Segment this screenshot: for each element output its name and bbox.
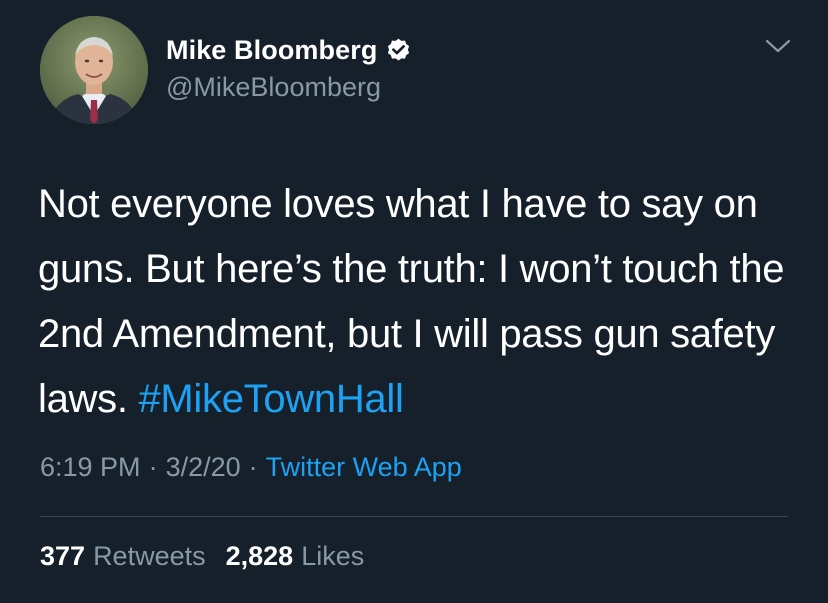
display-name-row: Mike Bloomberg [166,30,412,70]
hashtag-link[interactable]: #MikeTownHall [138,377,403,421]
meta-separator: · [148,452,158,482]
tweet-stats: 377 Retweets 2,828 Likes [40,541,364,572]
chevron-down-icon[interactable] [764,36,792,56]
tweet-time[interactable]: 6:19 PM [40,452,141,483]
tweet-text: Not everyone loves what I have to say on… [38,172,798,432]
display-name[interactable]: Mike Bloomberg [166,35,377,66]
avatar-image [40,16,148,124]
retweets-stat[interactable]: 377 Retweets [40,541,206,572]
likes-count: 2,828 [225,541,294,571]
likes-stat[interactable]: 2,828 Likes [226,541,365,572]
meta-separator: · [248,452,258,482]
tweet-date[interactable]: 3/2/20 [166,452,241,483]
divider [40,516,788,517]
retweets-count: 377 [40,541,86,571]
verified-badge-icon [385,37,412,64]
tweet-card: Mike Bloomberg @MikeBloomberg Not everyo… [0,0,828,603]
tweet-source-link[interactable]: Twitter Web App [266,452,462,483]
retweets-label: Retweets [93,541,206,571]
profile-avatar[interactable] [40,16,148,124]
user-handle[interactable]: @MikeBloomberg [166,72,381,103]
tweet-meta: 6:19 PM · 3/2/20 · Twitter Web App [40,452,462,483]
likes-label: Likes [301,541,365,571]
